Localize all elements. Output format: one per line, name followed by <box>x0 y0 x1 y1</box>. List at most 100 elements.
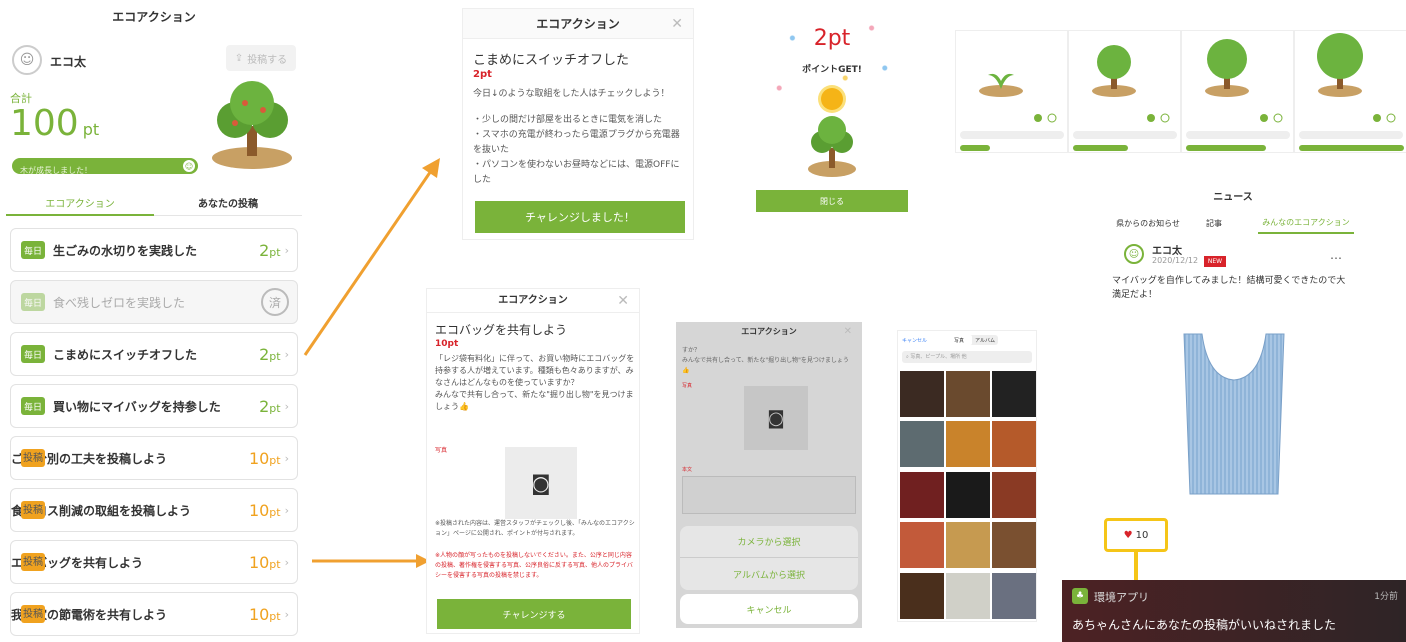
action-row[interactable]: 毎日 食べ残しゼロを実践した 済 <box>10 280 298 324</box>
challenge-done-button[interactable]: チャレンジしました！ <box>475 201 685 233</box>
post-date: 2020/12/12 <box>1152 256 1199 265</box>
push-notification[interactable]: ♣ 環境アプリ 1分前 あちゃんさんにあなたの投稿がいいねされました <box>1062 580 1406 642</box>
chevron-right-icon: › <box>284 555 289 569</box>
action-label: エコバッグを共有しよう <box>11 555 144 570</box>
main-screen: エコアクション ☺ エコ太 ⇪ 投稿する 合計 100 pt 木が成長しました！ ☺… <box>0 0 308 642</box>
picker-search[interactable]: ⌕ 写真、ピープル、場所 他 <box>902 351 1032 363</box>
news-tab-everyone[interactable]: みんなのエコアクション <box>1258 212 1354 234</box>
photo-thumb[interactable] <box>992 522 1036 569</box>
action-row[interactable]: 毎日 生ごみの水切りを実践した 2pt › <box>10 228 298 272</box>
close-icon[interactable]: ✕ <box>671 9 683 39</box>
picker-cancel[interactable]: キャンセル <box>902 337 927 344</box>
action-row[interactable]: 投稿 ごみ分別の工夫を投稿しよう 10pt › <box>10 436 298 480</box>
camera-icon: ◙ <box>767 407 785 429</box>
camera-icon: ◙ <box>531 471 551 495</box>
modal-header: エコアクション ✕ <box>676 322 862 342</box>
chevron-right-icon: › <box>284 607 289 621</box>
photo-thumb[interactable] <box>900 522 944 569</box>
modal-header: エコアクション ✕ <box>463 9 693 39</box>
action-type-badge: 毎日 <box>21 241 45 259</box>
action-label: ごみ分別の工夫を投稿しよう <box>11 451 168 466</box>
photo-label: 写真 <box>435 447 448 454</box>
action-type-badge: 投稿 <box>21 605 45 623</box>
sun-icon <box>821 88 843 110</box>
photo-thumb[interactable] <box>946 421 990 468</box>
point-get-label: ポイントGET! <box>802 65 862 75</box>
action-label: 食品ロス削減の取組を投稿しよう <box>11 503 192 518</box>
action-row[interactable]: 毎日 買い物にマイバッグを持参した 2pt › <box>10 384 298 428</box>
action-type-badge: 毎日 <box>21 397 45 415</box>
action-type-badge: 投稿 <box>21 553 45 571</box>
photo-thumb[interactable] <box>946 522 990 569</box>
action-label: 買い物にマイバッグを持参した <box>53 399 221 414</box>
screen-title: エコアクション <box>112 10 196 24</box>
photo-thumb[interactable] <box>992 471 1036 518</box>
photo-thumb[interactable] <box>946 371 990 417</box>
tree-illustration <box>205 78 300 170</box>
news-tab-articles[interactable]: 記事 <box>1184 212 1244 234</box>
heart-icon: ♥ <box>1123 529 1133 541</box>
share-button[interactable]: ⇪ 投稿する <box>226 45 296 71</box>
challenge-modal-eco-bag: エコアクション ✕ エコバッグを共有しよう 10pt 「レジ袋有料化」に伴って、お… <box>426 288 640 634</box>
photo-thumb[interactable] <box>900 421 944 468</box>
close-button[interactable]: 閉じる <box>756 190 908 212</box>
modal-body: すか？ みんなで共有し合って、新たな"掘り出し物"を見つけましょう👍 <box>682 347 849 374</box>
action-row[interactable]: 投稿 食品ロス削減の取組を投稿しよう 10pt › <box>10 488 298 532</box>
close-icon[interactable]: ✕ <box>617 289 629 313</box>
photo-picker: キャンセル 写真 アルバム ⌕ 写真、ピープル、場所 他 <box>897 330 1037 622</box>
chevron-right-icon: › <box>284 347 289 361</box>
photo-thumb[interactable] <box>992 572 1036 619</box>
post-user: エコ太 <box>1152 246 1182 257</box>
avatar: ☺ <box>12 45 42 75</box>
photo-thumb[interactable] <box>946 471 990 518</box>
photo-thumb[interactable] <box>900 371 944 417</box>
more-icon[interactable]: … <box>1330 248 1342 262</box>
modal-header: エコアクション ✕ <box>427 289 639 313</box>
growth-progress-bar: 木が成長しました！ ☺ <box>12 158 198 175</box>
photo-thumb[interactable] <box>992 371 1036 417</box>
cancel-option[interactable]: キャンセル <box>680 594 858 624</box>
text-area[interactable] <box>682 476 856 514</box>
tab-photos[interactable]: 写真 <box>946 335 972 345</box>
post-text: マイバッグを自作してみました！結構可愛くできたので大満足だよ！ <box>1112 276 1346 300</box>
close-icon[interactable]: ✕ <box>844 322 852 342</box>
challenge-button[interactable]: チャレンジする <box>437 599 631 629</box>
photo-thumb[interactable] <box>992 421 1036 468</box>
modal-body: 「レジ袋有料化」に伴って、お買い物時にエコバッグを持参する人が増えています。種類… <box>435 354 635 411</box>
tab-eco-action[interactable]: エコアクション <box>6 190 154 216</box>
action-points: 2pt <box>259 396 281 416</box>
photo-thumb[interactable] <box>900 471 944 518</box>
modal-heading: こまめにスイッチオフした <box>473 53 630 68</box>
news-title: ニュース <box>1213 192 1253 203</box>
text-label: 本文 <box>682 467 693 473</box>
camera-option[interactable]: カメラから選択 <box>680 526 858 558</box>
eco-bag-photo <box>1178 328 1290 496</box>
done-stamp: 済 <box>261 288 289 316</box>
chevron-right-icon: › <box>284 399 289 413</box>
action-type-badge: 投稿 <box>21 449 45 467</box>
photo-upload[interactable]: ◙ <box>744 386 808 450</box>
tab-albums[interactable]: アルバム <box>972 335 998 345</box>
action-row[interactable]: 投稿 我が家の節電術を共有しよう 10pt › <box>10 592 298 636</box>
like-badge[interactable]: ♥ 10 <box>1114 526 1158 544</box>
photo-thumb[interactable] <box>946 572 990 619</box>
news-tab-pref[interactable]: 県からのお知らせ <box>1112 212 1184 234</box>
modal-heading: エコバッグを共有しよう <box>435 323 568 337</box>
action-points: 2pt <box>259 344 281 364</box>
chevron-right-icon: › <box>284 243 289 257</box>
like-connector <box>1134 552 1138 582</box>
action-row[interactable]: 毎日 こまめにスイッチオフした 2pt › <box>10 332 298 376</box>
smile-icon: ☺ <box>183 160 195 172</box>
photo-thumb[interactable] <box>900 572 944 619</box>
stage-card <box>1294 30 1406 153</box>
tab-your-posts[interactable]: あなたの投稿 <box>154 190 302 216</box>
action-points: 2pt <box>259 240 281 260</box>
stage-card <box>1181 30 1294 153</box>
total-points: 100 pt <box>10 103 100 144</box>
app-icon: ♣ <box>1072 588 1088 604</box>
action-row[interactable]: 投稿 エコバッグを共有しよう 10pt › <box>10 540 298 584</box>
action-type-badge: 投稿 <box>21 501 45 519</box>
tree-small-illustration <box>804 112 860 182</box>
photo-upload[interactable]: ◙ <box>505 447 577 519</box>
album-option[interactable]: アルバムから選択 <box>680 558 858 590</box>
